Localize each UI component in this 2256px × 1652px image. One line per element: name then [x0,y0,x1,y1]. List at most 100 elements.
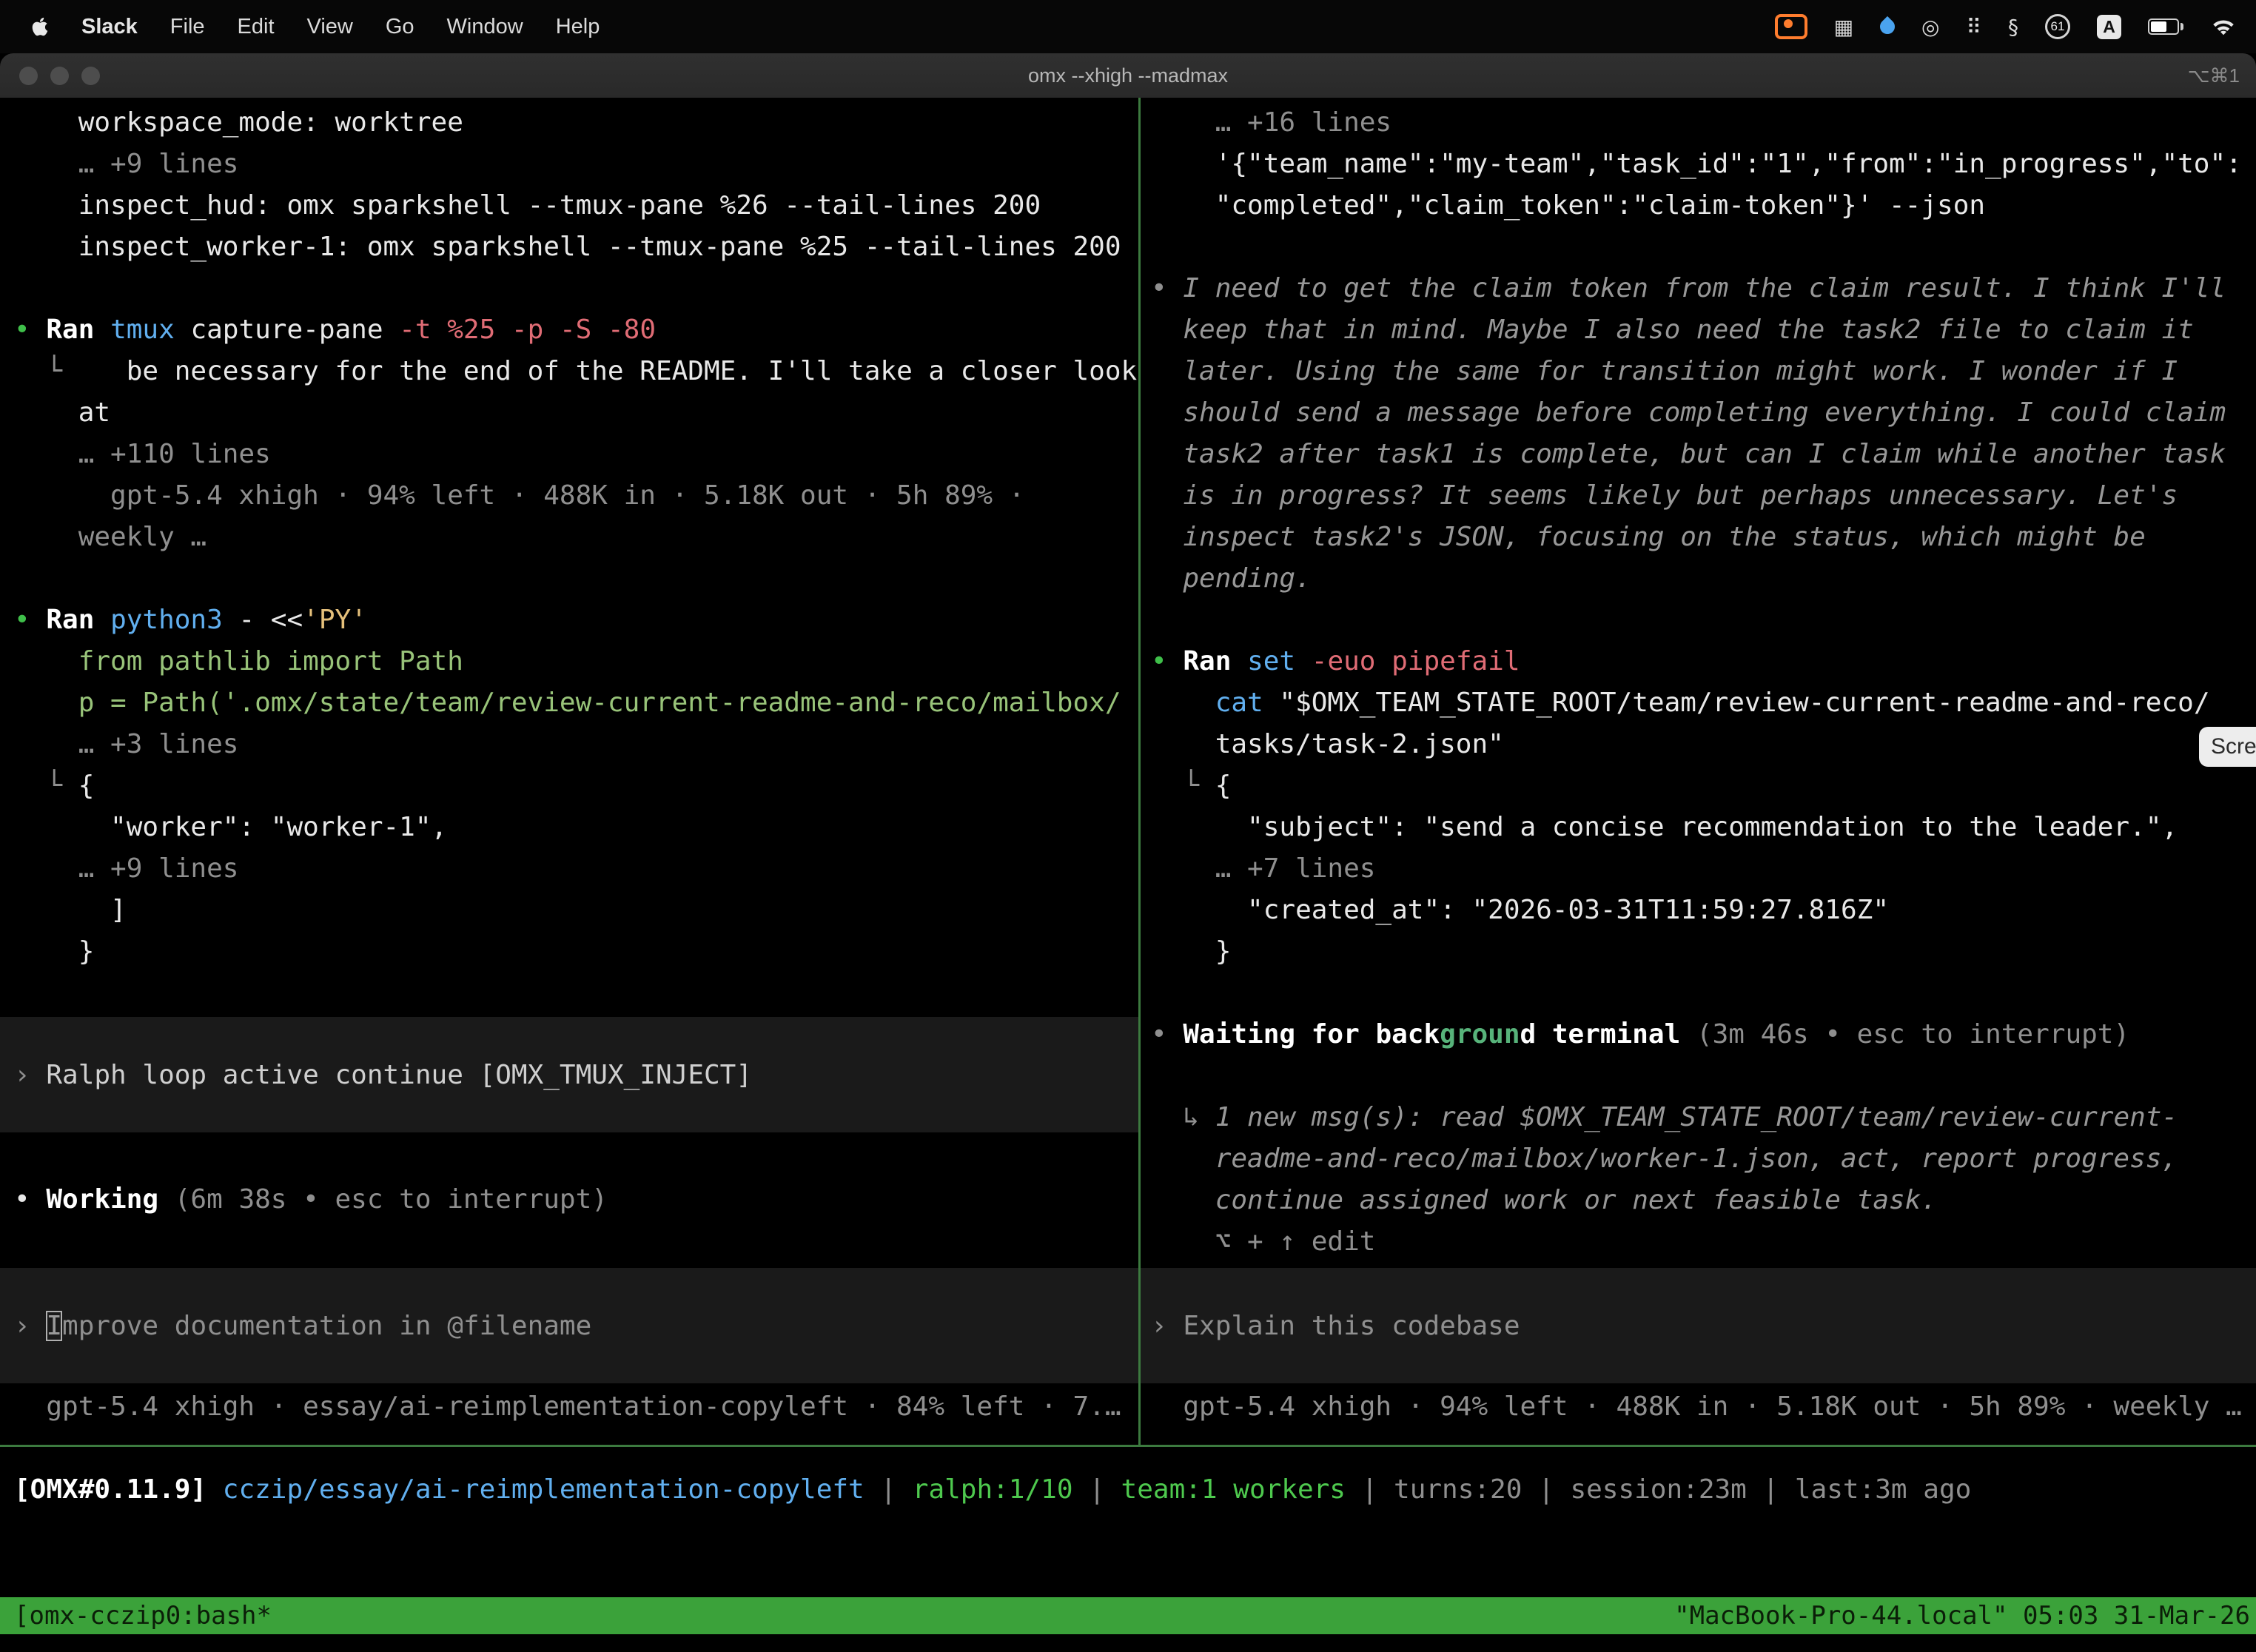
text-segment: └ [14,770,78,801]
text-segment: task2 after task1 is complete, but can I… [1151,439,2226,469]
text-segment: turns:20 [1394,1474,1522,1505]
text-segment: • [1151,273,1183,303]
terminal-line: continue assigned work or next feasible … [1141,1180,2256,1221]
menu-bar-status-icons: ▦ ◎ ⠿ § 61 A [1775,14,2256,39]
menu-item-view[interactable]: View [307,15,353,39]
menu-item-file[interactable]: File [170,15,205,39]
terminal-line: } [0,931,1138,973]
tmux-host-clock-label: "MacBook-Pro-44.local" 05:03 31-Mar-26 [1674,1597,2250,1634]
text-segment: Explain this codebase [1183,1311,1520,1341]
text-segment: pending. [1151,563,1312,594]
terminal-line: • I need to get the claim token from the… [1141,268,2256,309]
text-segment: "created_at": "2026-03-31T11:59:27.816Z" [1151,895,1889,925]
text-segment: … +7 lines [1151,853,1375,884]
text-segment: continue assigned work or next feasible … [1151,1185,1937,1215]
terminal-line: gpt-5.4 xhigh · 94% left · 488K in · 5.1… [0,475,1138,517]
text-segment: d terminal [1520,1019,1681,1050]
text-segment: └ [1151,770,1215,801]
text-segment: "subject": "send a concise recommendatio… [1151,812,2178,842]
window-title-bar: omx --xhigh --madmax ⌥⌘1 [0,53,2256,98]
terminal-line [0,268,1138,309]
text-segment: … +16 lines [1151,107,1391,138]
terminal-pane-right[interactable]: … +16 lines '{"team_name":"my-team","tas… [1141,98,2256,1445]
terminal-line: └ { [0,765,1138,807]
terminal-line: ] [0,890,1138,931]
terminal-line: [OMX#0.11.9] cczip/essay/ai-reimplementa… [0,1469,2256,1511]
text-segment: | [1522,1474,1570,1505]
battery-icon[interactable] [2148,19,2183,35]
target-icon[interactable]: ◎ [1921,15,1939,39]
text-segment: { [78,770,95,801]
terminal-line: • Ran tmux capture-pane -t %25 -p -S -80 [0,309,1138,351]
close-button[interactable] [19,67,38,85]
menu-extra-icon[interactable]: § [2008,15,2018,39]
text-segment: | [865,1474,913,1505]
text-segment: set [1247,646,1295,676]
terminal-line [1141,973,2256,1014]
input-source-icon[interactable]: A [2097,15,2121,39]
terminal-line: from pathlib import Path [0,641,1138,682]
text-segment: p = Path('.omx/state/team/review-current… [14,688,1121,718]
text-segment: python3 [110,605,223,635]
terminal-line: later. Using the same for transition mig… [1141,351,2256,392]
menu-bar: Slack File Edit View Go Window Help ▦ ◎ … [0,0,2256,53]
tmux-status-bar: [omx-cczip0:bash* "MacBook-Pro-44.local"… [0,1597,2256,1634]
text-segment: readme-and-reco/mailbox/worker-1.json, a… [1151,1144,2178,1174]
text-segment: Waiting for back [1183,1019,1440,1050]
screen-recording-icon[interactable] [1775,14,1807,39]
terminal-line: gpt-5.4 xhigh · essay/ai-reimplementatio… [0,1386,1138,1428]
terminal-line: … +9 lines [0,144,1138,185]
terminal-line: should send a message before completing … [1141,392,2256,434]
text-segment: › [14,1060,46,1090]
terminal-line: … +16 lines [1141,102,2256,144]
text-segment: session:23m [1570,1474,1746,1505]
text-segment: inspect task2's JSON, focusing on the st… [1151,522,2146,552]
prompt-input-band[interactable]: › Explain this codebase [1141,1268,2256,1383]
terminal-line: p = Path('.omx/state/team/review-current… [0,682,1138,724]
terminal-line: keep that in mind. Maybe I also need the… [1141,309,2256,351]
text-segment: mprove documentation in @filename [62,1311,591,1341]
spacer [0,1132,1138,1179]
terminal-line: workspace_mode: worktree [0,102,1138,144]
text-segment: team:1 workers [1121,1474,1346,1505]
battery-percent-icon[interactable]: 61 [2045,14,2070,39]
menu-item-edit[interactable]: Edit [238,15,275,39]
menu-item-help[interactable]: Help [556,15,600,39]
terminal-line: '{"team_name":"my-team","task_id":"1","f… [1141,144,2256,185]
text-segment: is in progress? It seems likely but perh… [1151,480,2178,511]
text-segment: … +9 lines [14,149,238,179]
terminal-pane-left[interactable]: workspace_mode: worktree … +9 lines insp… [0,98,1138,1445]
screenshot-preview-label: Scre [2211,734,2256,759]
text-segment: capture-pane [175,315,383,345]
prompt-input-band[interactable]: › Ralph loop active continue [OMX_TMUX_I… [0,1017,1138,1132]
menu-item-window[interactable]: Window [447,15,523,39]
menu-item-go[interactable]: Go [386,15,414,39]
menu-app-name[interactable]: Slack [81,15,138,39]
text-segment: inspect_worker-1: omx sparkshell --tmux-… [14,232,1121,262]
terminal-line [1141,226,2256,268]
droplet-icon[interactable] [1877,16,1898,37]
terminal-line: cat "$OMX_TEAM_STATE_ROOT/team/review-cu… [1141,682,2256,724]
screenshot-preview-chip[interactable]: Scre [2199,727,2256,767]
prompt-input-band[interactable]: › Improve documentation in @filename [0,1268,1138,1383]
text-segment: cczip/essay/ai-reimplementation-copyleft [223,1474,865,1505]
zoom-button[interactable] [81,67,100,85]
text-segment: workspace_mode: worktree [14,107,463,138]
terminal-line: "created_at": "2026-03-31T11:59:27.816Z" [1141,890,2256,931]
terminal-line: • Ran set -euo pipefail [1141,641,2256,682]
terminal-line: inspect task2's JSON, focusing on the st… [1141,517,2256,558]
text-segment: • [14,605,46,635]
spacer [1141,1263,2256,1268]
text-segment [1151,688,1215,718]
text-segment: from pathlib import Path [14,646,463,676]
dots-grid-icon[interactable]: ⠿ [1966,15,1981,39]
apple-menu-icon[interactable] [31,16,49,37]
terminal-line: ⌥ + ↑ edit [1141,1221,2256,1263]
wifi-icon[interactable] [2210,16,2237,37]
minimize-button[interactable] [50,67,69,85]
text-segment: inspect_hud: omx sparkshell --tmux-pane … [14,190,1041,221]
grid-icon[interactable]: ▦ [1834,15,1853,39]
terminal-line: "subject": "send a concise recommendatio… [1141,807,2256,848]
text-segment: Ralph loop active continue [OMX_TMUX_INJ… [46,1060,752,1090]
terminal-line: pending. [1141,558,2256,600]
